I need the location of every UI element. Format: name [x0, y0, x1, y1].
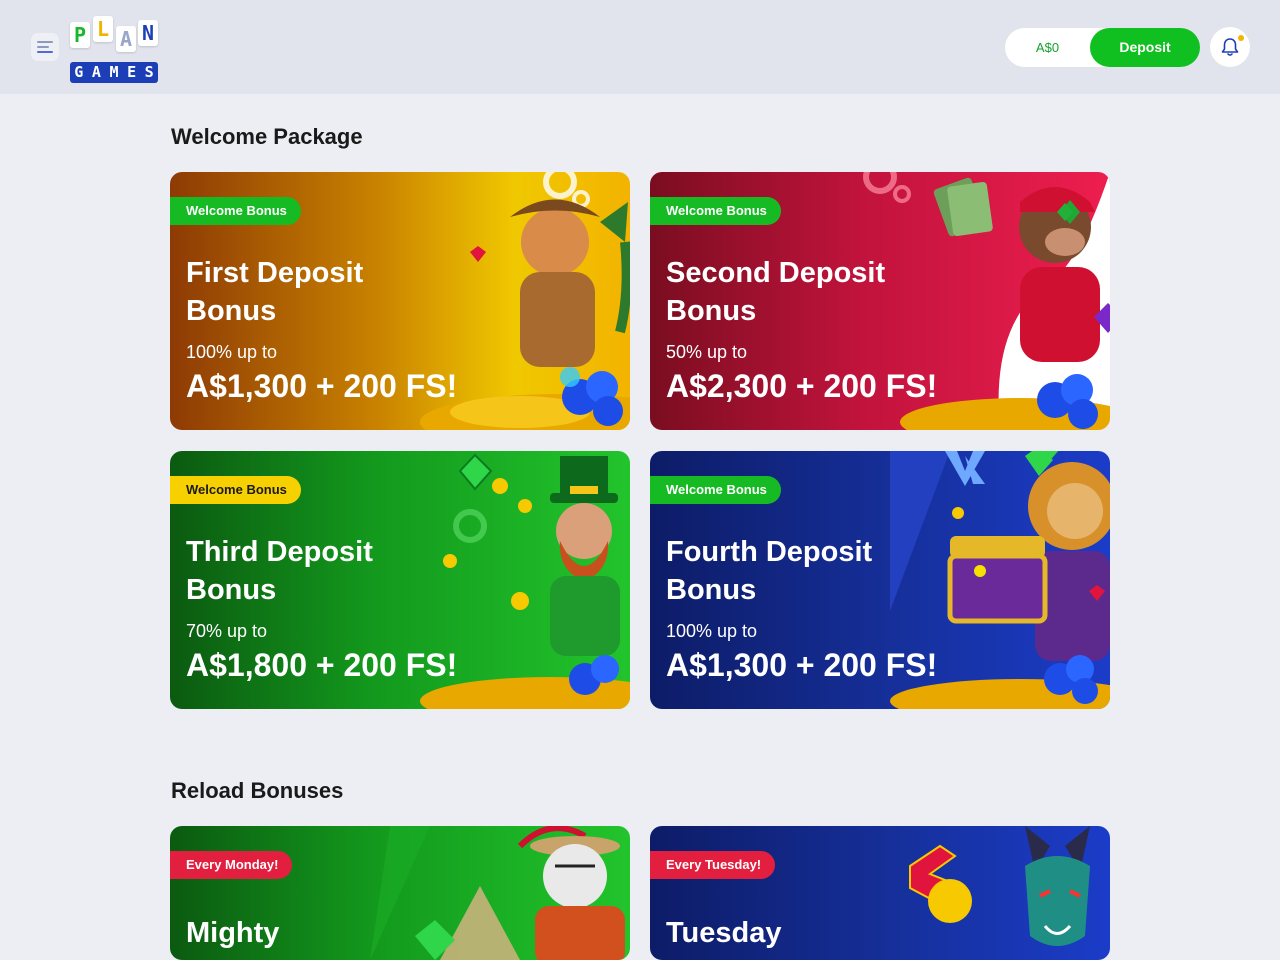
card-title: Tuesday	[666, 917, 782, 949]
notifications-button[interactable]	[1210, 27, 1250, 67]
logo-letter: E	[127, 63, 137, 81]
logo-letter: M	[109, 63, 119, 81]
logo-letter: G	[74, 63, 84, 81]
logo-letters: P L A N	[68, 12, 160, 58]
deposit-button[interactable]: Deposit	[1090, 28, 1200, 67]
balance-display[interactable]: A$0	[1005, 28, 1090, 67]
card-subtitle: 70% up to	[186, 621, 268, 641]
welcome-section-title: Welcome Package	[171, 124, 363, 149]
bonus-card-fourth-deposit[interactable]: Welcome Bonus Fourth Deposit Bonus 100% …	[650, 451, 1110, 709]
notification-dot	[1238, 35, 1244, 41]
reload-section-title: Reload Bonuses	[171, 778, 344, 803]
logo-letter: A	[91, 63, 101, 81]
top-bar: P L A N G A M E S A$0 Deposit	[0, 0, 1280, 94]
card-badge: Every Tuesday!	[650, 851, 776, 879]
menu-icon[interactable]	[31, 33, 59, 61]
reload-card-monday[interactable]: Every Monday! Mighty	[170, 826, 630, 960]
card-badge: Every Monday!	[170, 851, 293, 879]
card-badge: Welcome Bonus	[170, 197, 301, 225]
wallet-widget: A$0 Deposit	[1005, 28, 1200, 67]
card-title: Second Deposit Bonus	[666, 257, 886, 327]
logo-games-bar: G A M E S	[70, 62, 158, 83]
card-title: Third Deposit Bonus	[186, 536, 373, 606]
card-amount: A$2,300 + 200 FS!	[666, 368, 938, 404]
card-badge: Welcome Bonus	[650, 476, 781, 504]
card-subtitle: 100% up to	[186, 342, 278, 362]
card-badge: Welcome Bonus	[170, 476, 301, 504]
card-badge: Welcome Bonus	[650, 197, 781, 225]
card-subtitle: 50% up to	[666, 342, 748, 362]
bonus-card-first-deposit[interactable]: Welcome Bonus First Deposit Bonus 100% u…	[170, 172, 630, 430]
bell-icon	[1221, 38, 1239, 56]
logo-letter: N	[138, 20, 158, 46]
card-amount: A$1,800 + 200 FS!	[186, 647, 458, 683]
reload-card-tuesday[interactable]: Every Tuesday! Tuesday	[650, 826, 1110, 960]
card-amount: A$1,300 + 200 FS!	[186, 368, 458, 404]
site-logo[interactable]: P L A N G A M E S	[68, 12, 160, 84]
logo-letter: A	[116, 26, 136, 52]
bonus-card-second-deposit[interactable]: Welcome Bonus Second Deposit Bonus 50% u…	[650, 172, 1110, 430]
card-amount: A$1,300 + 200 FS!	[666, 647, 938, 683]
logo-letter: S	[144, 63, 154, 81]
bonus-card-third-deposit[interactable]: Welcome Bonus Third Deposit Bonus 70% up…	[170, 451, 630, 709]
card-subtitle: 100% up to	[666, 621, 758, 641]
card-title: Mighty	[186, 917, 280, 949]
logo-letter: L	[93, 16, 113, 42]
logo-letter: P	[70, 22, 90, 48]
card-title: Fourth Deposit Bonus	[666, 536, 873, 606]
card-title: First Deposit Bonus	[186, 257, 364, 327]
